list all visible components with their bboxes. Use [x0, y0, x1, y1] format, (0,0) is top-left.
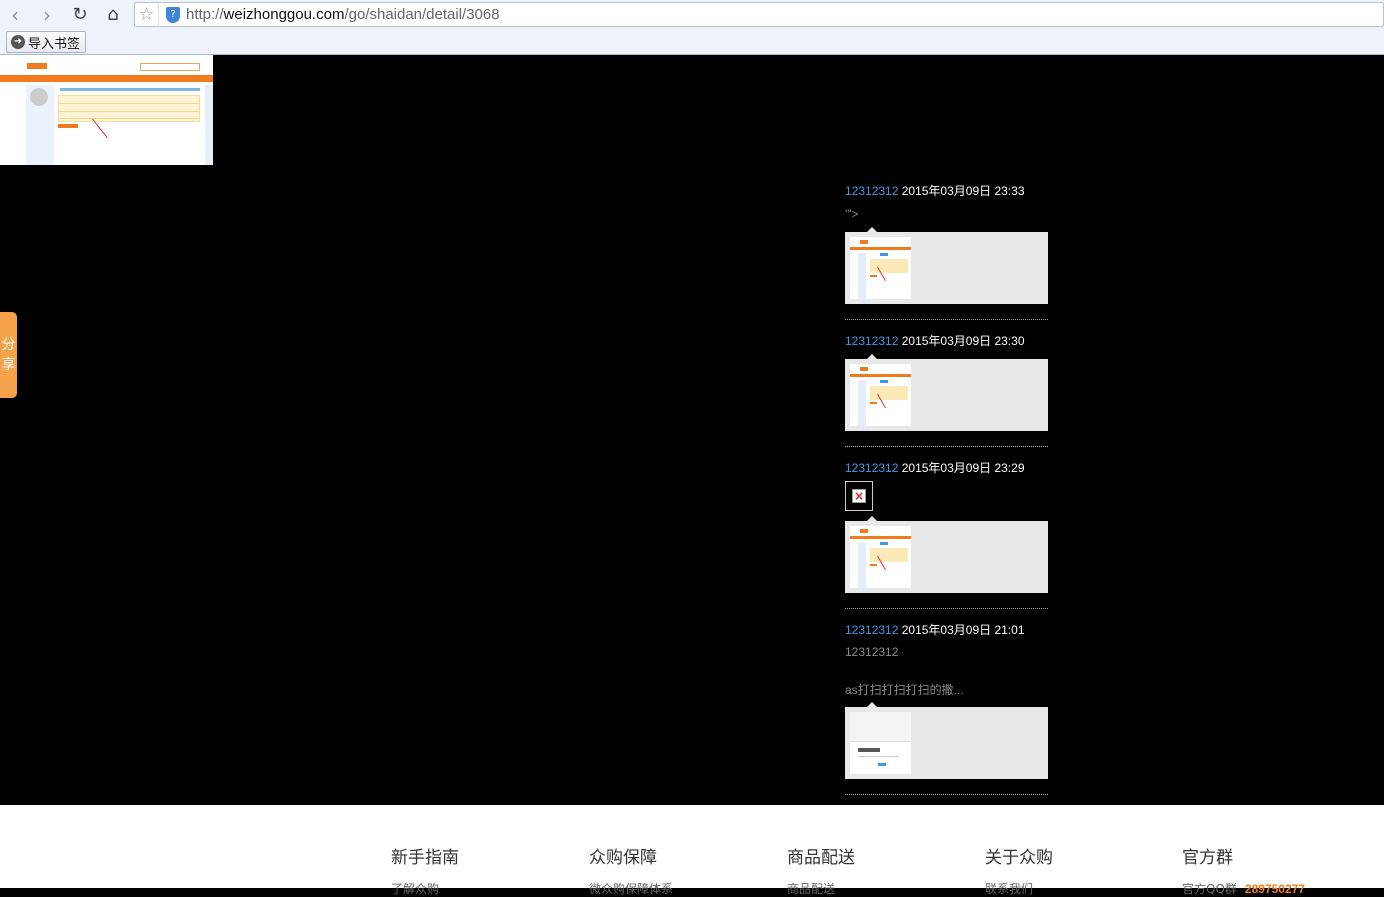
comment-image[interactable]: [845, 516, 1048, 593]
footer-column-title: 商品配送: [787, 848, 855, 868]
comment-time: 2015年03月09日 23:29: [901, 461, 1025, 475]
share-tab-label-1: 分: [1, 337, 16, 353]
import-bookmarks-button[interactable]: ➜ 导入书签: [6, 31, 87, 53]
comment-time: 2015年03月09日 23:33: [901, 184, 1025, 198]
footer-column-title: 官方群: [1182, 848, 1233, 868]
site-footer: 新手指南 了解众购 众购保障 微众购保障体系 商品配送 商品配送 关于众购 联系…: [0, 805, 1384, 896]
home-icon[interactable]: ⌂: [101, 3, 125, 27]
shield-icon: ?: [166, 7, 180, 23]
comment-text: as打扫打扫打扫的撒...: [845, 683, 964, 697]
url-path: /go/shaidan/detail/3068: [344, 6, 500, 23]
footer-column-about: 关于众购 联系我们: [985, 843, 1053, 897]
footer-link[interactable]: 微众购保障体系: [589, 880, 673, 897]
url-text[interactable]: http://weizhonggou.com/go/shaidan/detail…: [186, 6, 500, 23]
share-side-tab[interactable]: 分 享: [0, 312, 17, 398]
forward-icon[interactable]: ›: [35, 3, 59, 27]
comment-time: 2015年03月09日 23:30: [901, 334, 1025, 348]
comment-user-link[interactable]: 12312312: [845, 461, 898, 475]
url-prefix: http://: [186, 6, 224, 23]
import-bookmarks-label: 导入书签: [28, 36, 81, 52]
footer-column-delivery: 商品配送 商品配送: [787, 843, 855, 897]
footer-column-guarantee: 众购保障 微众购保障体系: [589, 843, 673, 897]
broken-image-icon: ×: [845, 481, 873, 511]
address-bar[interactable]: ☆ ? http://weizhonggou.com/go/shaidan/de…: [134, 2, 1384, 27]
divider: [845, 319, 1048, 320]
comment-user-link[interactable]: 12312312: [845, 334, 898, 348]
shared-screenshot-image: [0, 55, 213, 165]
footer-column-title: 新手指南: [391, 848, 459, 868]
star-icon[interactable]: ☆: [135, 3, 159, 26]
comment-user-link[interactable]: 12312312: [845, 184, 898, 198]
qq-group-number[interactable]: 289750277: [1245, 882, 1305, 896]
share-tab-label-2: 享: [1, 357, 16, 373]
footer-column-guide: 新手指南 了解众购: [391, 843, 459, 897]
divider: [845, 794, 1048, 795]
divider: [845, 608, 1048, 609]
footer-link[interactable]: 了解众购: [391, 880, 459, 897]
page-content: 分 享 12312312 2015年03月09日 23:33 '"> 12312…: [0, 55, 1384, 896]
url-domain: weizhonggou.com: [223, 6, 345, 23]
divider: [845, 446, 1048, 447]
reload-icon[interactable]: ↻: [68, 3, 92, 27]
footer-link[interactable]: 联系我们: [985, 880, 1053, 897]
comment-image[interactable]: [845, 354, 1048, 431]
footer-column-title: 关于众购: [985, 848, 1053, 868]
footer-column-group: 官方群 官方QQ群 289750277: [1182, 843, 1305, 897]
arrow-right-icon: ➜: [11, 35, 25, 49]
comment-image[interactable]: [845, 227, 1048, 304]
footer-column-title: 众购保障: [589, 848, 657, 868]
back-icon[interactable]: ‹: [3, 3, 27, 27]
comment-image[interactable]: [845, 702, 1048, 779]
browser-toolbar: ‹ › ↻ ⌂ ☆ ? http://weizhonggou.com/go/sh…: [0, 0, 1384, 55]
comment-text: '">: [845, 207, 859, 221]
comment-user-link[interactable]: 12312312: [845, 623, 898, 637]
comment-time: 2015年03月09日 21:01: [901, 623, 1025, 637]
footer-link[interactable]: 官方QQ群: [1182, 882, 1237, 896]
footer-link[interactable]: 商品配送: [787, 880, 855, 897]
comment-text: 12312312: [845, 645, 899, 659]
